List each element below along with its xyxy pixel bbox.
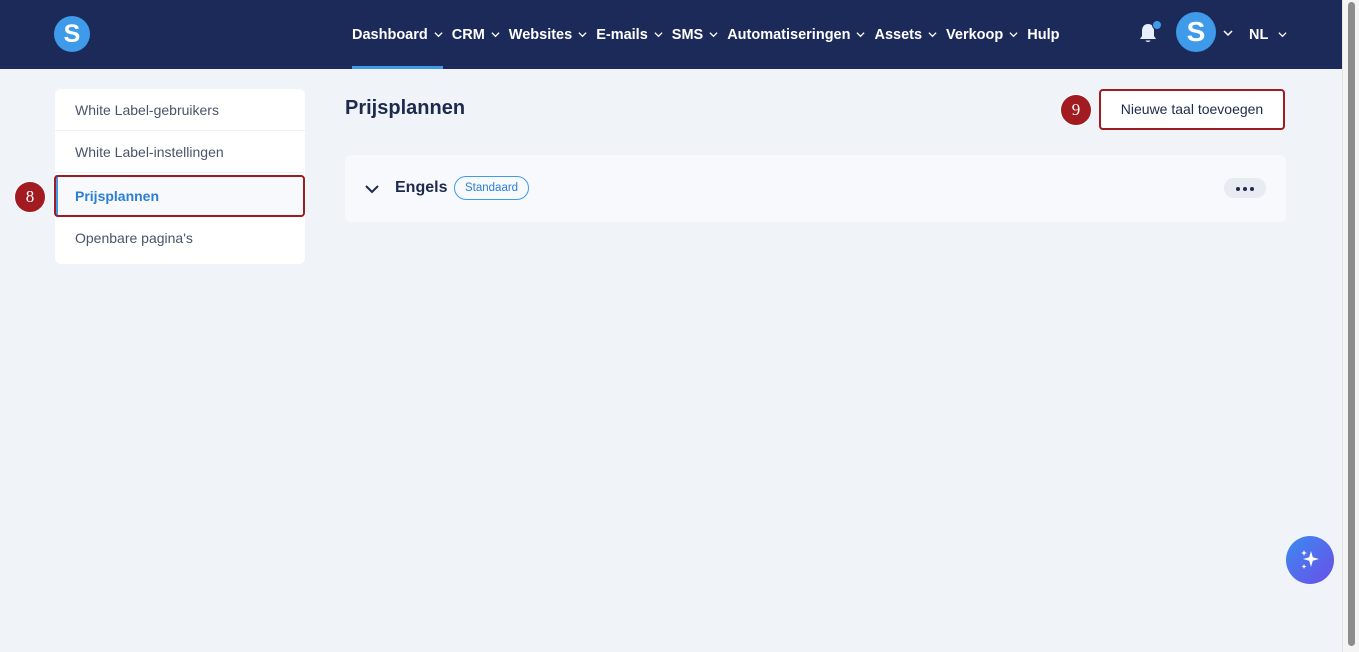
chevron-down-icon [856, 32, 866, 38]
chevron-down-icon [434, 32, 443, 38]
user-avatar[interactable]: S [1176, 12, 1216, 52]
main-nav: Dashboard CRM Websites E-mails SMS Autom… [352, 0, 1068, 69]
nav-item-automatiseringen[interactable]: Automatiseringen [727, 0, 866, 69]
nav-item-label: SMS [671, 26, 704, 43]
notification-dot [1152, 20, 1162, 30]
nav-item-verkoop[interactable]: Verkoop [946, 0, 1018, 69]
status-badge: Standaard [454, 176, 530, 200]
sidebar-item-label: White Label-gebruikers [75, 102, 219, 118]
chevron-down-icon [491, 32, 500, 38]
chevron-down-icon[interactable] [364, 181, 380, 197]
language-card: Engels Standaard [345, 155, 1286, 222]
language-label: NL [1249, 26, 1269, 43]
more-options-button[interactable] [1224, 178, 1266, 198]
nav-item-crm[interactable]: CRM [452, 0, 500, 69]
nav-item-sms[interactable]: SMS [672, 0, 718, 69]
nav-item-label: E-mails [596, 26, 648, 43]
language-name: Engels [395, 179, 448, 196]
nav-item-dashboard[interactable]: Dashboard [352, 0, 443, 69]
sidebar-item-label: White Label-instellingen [75, 144, 224, 160]
chevron-down-icon[interactable] [1223, 28, 1233, 38]
scrollbar-thumb[interactable] [1348, 2, 1355, 646]
nav-item-assets[interactable]: Assets [874, 0, 937, 69]
chevron-down-icon [578, 32, 587, 38]
nav-item-label: Verkoop [946, 26, 1004, 43]
more-horizontal-icon [1236, 187, 1254, 191]
nav-item-label: Hulp [1027, 26, 1060, 43]
nav-item-label: Automatiseringen [727, 26, 851, 43]
highlight-box-sidebar [54, 175, 305, 217]
vertical-scrollbar[interactable] [1342, 0, 1359, 652]
chevron-down-icon [1278, 32, 1287, 38]
chevron-down-icon [709, 32, 718, 38]
step-marker-8: 8 [14, 181, 46, 213]
sidebar-item-white-label-gebruikers[interactable]: White Label-gebruikers [55, 89, 305, 131]
sparkles-icon [1301, 550, 1319, 569]
step-marker-9: 9 [1060, 94, 1092, 126]
add-language-button[interactable]: Nieuwe taal toevoegen [1099, 89, 1285, 130]
chevron-down-icon [928, 32, 937, 38]
language-selector[interactable]: NL [1249, 0, 1287, 69]
page-title: Prijsplannen [345, 97, 466, 119]
chevron-down-icon [654, 32, 663, 38]
top-navigation-bar: S Dashboard CRM Websites E-mails SMS Aut… [0, 0, 1342, 69]
chevron-down-icon [1009, 32, 1018, 38]
nav-item-label: Assets [874, 26, 923, 43]
sidebar-item-openbare-paginas[interactable]: Openbare pagina's [55, 217, 305, 259]
ai-assistant-button[interactable] [1286, 536, 1334, 584]
nav-item-label: Websites [508, 26, 573, 43]
nav-item-websites[interactable]: Websites [509, 0, 587, 69]
nav-item-label: Dashboard [352, 26, 428, 43]
nav-item-hulp[interactable]: Hulp [1027, 0, 1059, 69]
nav-item-emails[interactable]: E-mails [596, 0, 663, 69]
brand-logo[interactable]: S [54, 16, 90, 52]
sidebar-item-white-label-instellingen[interactable]: White Label-instellingen [55, 131, 305, 173]
sidebar-item-label: Openbare pagina's [75, 230, 193, 246]
nav-item-label: CRM [451, 26, 485, 43]
